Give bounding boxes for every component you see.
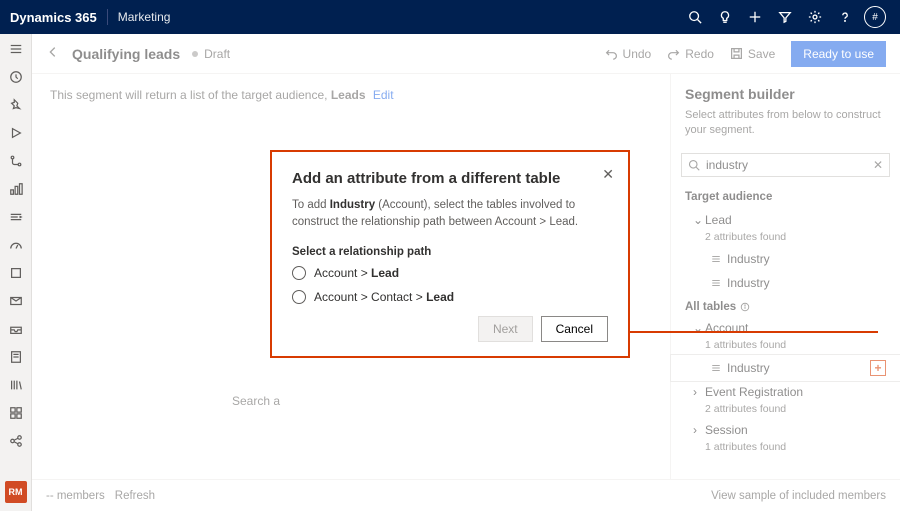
help-icon[interactable] [830, 0, 860, 34]
lead-count: 2 attributes found [671, 231, 900, 247]
path-option-2[interactable]: Account > Contact > Lead [292, 290, 608, 304]
path-option-1[interactable]: Account > Lead [292, 266, 608, 280]
save-button[interactable]: Save [730, 47, 775, 61]
library-icon[interactable] [7, 376, 25, 394]
footer-bar: -- members Refresh View sample of includ… [32, 479, 900, 511]
ready-to-use-button[interactable]: Ready to use [791, 41, 886, 67]
user-avatar[interactable]: # [860, 0, 890, 34]
session-count: 1 attributes found [671, 441, 900, 457]
share-icon[interactable] [7, 432, 25, 450]
journey-icon[interactable] [7, 152, 25, 170]
path-label: Select a relationship path [292, 246, 608, 258]
info-icon[interactable] [740, 302, 750, 312]
radio-icon [292, 266, 306, 280]
panel-description: Select attributes from below to construc… [685, 108, 886, 139]
radio-icon [292, 290, 306, 304]
edit-link[interactable]: Edit [373, 88, 394, 102]
segment-description: This segment will return a list of the t… [50, 88, 652, 102]
panel-title: Segment builder [685, 86, 886, 102]
refresh-link[interactable]: Refresh [115, 490, 155, 502]
page-title: Qualifying leads [72, 46, 180, 62]
view-sample-link[interactable]: View sample of included members [711, 490, 886, 502]
search-icon[interactable] [680, 0, 710, 34]
brand-label: Dynamics 365 [10, 10, 97, 25]
callout-line [630, 331, 878, 333]
modal-title: Add an attribute from a different table [292, 170, 608, 187]
table-session[interactable]: ›Session [671, 419, 900, 441]
close-icon[interactable]: ✕ [602, 166, 614, 183]
status-label: Draft [204, 47, 230, 61]
command-bar: Qualifying leads Draft Undo Redo Save Re… [32, 34, 900, 74]
undo-button[interactable]: Undo [605, 47, 652, 61]
box-icon[interactable] [7, 264, 25, 282]
all-tables-label: All tables [671, 297, 900, 317]
recent-icon[interactable] [7, 68, 25, 86]
area-label: Marketing [118, 10, 171, 24]
search-hint: Search a [232, 394, 280, 408]
gear-icon[interactable] [800, 0, 830, 34]
analytics-icon[interactable] [7, 180, 25, 198]
table-lead[interactable]: ⌄Lead [671, 209, 900, 231]
search-input[interactable] [706, 158, 873, 172]
grid-icon[interactable] [7, 404, 25, 422]
table-event-registration[interactable]: ›Event Registration [671, 381, 900, 403]
add-attribute-button[interactable]: + [870, 360, 886, 376]
cancel-button[interactable]: Cancel [541, 316, 608, 342]
segment-builder-panel: Segment builder Select attributes from b… [670, 74, 900, 479]
form-icon[interactable] [7, 348, 25, 366]
account-count: 1 attributes found [671, 339, 900, 355]
trigger-icon[interactable] [7, 208, 25, 226]
pin-icon[interactable] [7, 96, 25, 114]
clear-search-icon[interactable]: ✕ [873, 158, 883, 172]
top-nav-bar: Dynamics 365 Marketing # [0, 0, 900, 34]
target-audience-label: Target audience [671, 187, 900, 207]
speed-icon[interactable] [7, 236, 25, 254]
eventreg-count: 2 attributes found [671, 403, 900, 419]
attr-lead-industry-1[interactable]: Industry [671, 247, 900, 271]
inbox-icon[interactable] [7, 320, 25, 338]
table-account[interactable]: ⌄Account [671, 317, 900, 339]
lightbulb-icon[interactable] [710, 0, 740, 34]
left-nav-rail: RM [0, 34, 32, 511]
filter-icon[interactable] [770, 0, 800, 34]
add-attribute-modal: Add an attribute from a different table … [270, 150, 630, 358]
menu-icon[interactable] [7, 40, 25, 58]
plus-icon[interactable] [740, 0, 770, 34]
next-button: Next [478, 316, 533, 342]
attribute-search[interactable]: ✕ [681, 153, 890, 177]
attr-lead-industry-2[interactable]: Industry [671, 271, 900, 295]
member-count: -- members [46, 490, 105, 502]
persona-badge[interactable]: RM [5, 481, 27, 503]
attr-account-industry[interactable]: Industry + [671, 355, 900, 381]
divider [107, 9, 108, 25]
search-icon [688, 159, 700, 171]
modal-description: To add Industry (Account), select the ta… [292, 197, 608, 232]
redo-button[interactable]: Redo [667, 47, 714, 61]
back-button[interactable] [46, 45, 60, 62]
status-dot [192, 51, 198, 57]
play-icon[interactable] [7, 124, 25, 142]
mail-icon[interactable] [7, 292, 25, 310]
